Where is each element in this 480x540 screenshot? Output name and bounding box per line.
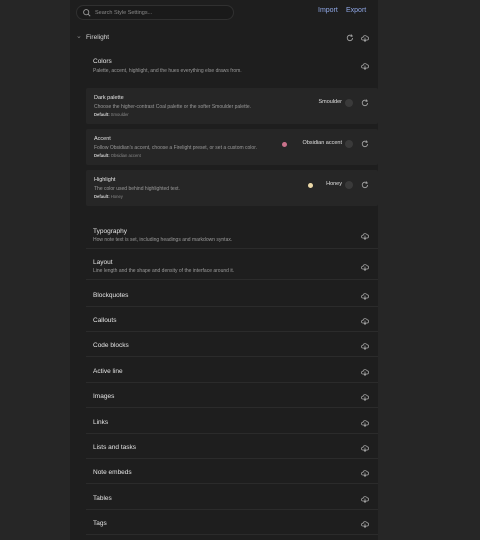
category-title: Layout xyxy=(93,259,113,266)
setting-highlight: Highlight The color used behind highligh… xyxy=(86,170,378,206)
export-icon[interactable] xyxy=(360,291,370,301)
section-header-firelight[interactable]: ⌄ Firelight xyxy=(70,30,378,46)
setting-description: Follow Obsidian's accent, choose a Firel… xyxy=(94,145,257,151)
export-icon[interactable] xyxy=(360,494,370,504)
setting-description: Choose the higher-contrast Coal palette … xyxy=(94,104,252,110)
toolbar: Import Export xyxy=(70,0,378,26)
accent-select[interactable]: Obsidian accent xyxy=(303,140,342,146)
category-title: Tables xyxy=(93,495,112,502)
category-links[interactable]: Links xyxy=(86,411,378,434)
setting-dark-palette: Dark palette Choose the higher-contrast … xyxy=(86,88,378,124)
export-icon[interactable] xyxy=(360,367,370,377)
reset-icon[interactable] xyxy=(345,33,355,43)
category-active-line[interactable]: Active line xyxy=(86,360,378,383)
category-title: Code blocks xyxy=(93,342,129,349)
highlight-swatch[interactable] xyxy=(308,183,313,188)
palette-select[interactable]: Smoulder xyxy=(318,99,342,105)
category-tags[interactable]: Tags xyxy=(86,512,378,535)
setting-default: Default: Obsidian accent xyxy=(94,153,141,158)
reset-icon[interactable] xyxy=(360,98,370,108)
export-icon[interactable] xyxy=(360,262,370,272)
export-icon[interactable] xyxy=(360,61,370,71)
category-note-embeds[interactable]: Note embeds xyxy=(86,461,378,484)
chevron-down-icon[interactable]: ⌄ xyxy=(76,32,82,40)
category-callouts[interactable]: Callouts xyxy=(86,309,378,332)
category-description: How note text is set, including headings… xyxy=(93,237,233,243)
category-title: Blockquotes xyxy=(93,292,129,299)
category-title: Typography xyxy=(93,228,127,235)
export-icon[interactable] xyxy=(360,418,370,428)
search-icon xyxy=(82,8,92,18)
export-icon[interactable] xyxy=(360,316,370,326)
setting-title: Dark palette xyxy=(94,95,124,101)
colors-description: Palette, accent, highlight, and the hues… xyxy=(93,68,242,74)
search-input[interactable] xyxy=(95,6,227,19)
section-title: Firelight xyxy=(86,34,110,41)
category-title: Tags xyxy=(93,520,107,527)
setting-title: Accent xyxy=(94,136,111,142)
export-icon[interactable] xyxy=(360,519,370,529)
category-title: Note embeds xyxy=(93,469,132,476)
gear-icon[interactable] xyxy=(345,99,353,107)
category-code-blocks[interactable]: Code blocks xyxy=(86,334,378,357)
gear-icon[interactable] xyxy=(345,181,353,189)
category-title: Links xyxy=(93,419,109,426)
category-title: Active line xyxy=(93,368,123,375)
category-description: Line length and the shape and density of… xyxy=(93,268,235,274)
highlight-select[interactable]: Honey xyxy=(326,181,342,187)
setting-default: Default: Smoulder xyxy=(94,112,129,117)
setting-default: Default: Honey xyxy=(94,194,123,199)
gear-icon[interactable] xyxy=(345,140,353,148)
reset-icon[interactable] xyxy=(360,139,370,149)
colors-title: Colors xyxy=(93,58,112,65)
category-lists-and-tasks[interactable]: Lists and tasks xyxy=(86,436,378,459)
setting-title: Highlight xyxy=(94,177,116,183)
colors-group-row[interactable]: Colors Palette, accent, highlight, and t… xyxy=(86,52,378,80)
setting-description: The color used behind highlighted text. xyxy=(94,186,180,192)
search-box[interactable] xyxy=(76,5,234,20)
export-icon[interactable] xyxy=(360,443,370,453)
category-layout[interactable]: Layout Line length and the shape and dens… xyxy=(86,253,378,280)
category-tables[interactable]: Tables xyxy=(86,487,378,510)
style-settings-panel: Import Export ⌄ Firelight Colors Palette… xyxy=(70,0,378,540)
import-link[interactable]: Import xyxy=(318,7,338,14)
category-title: Images xyxy=(93,393,115,400)
export-icon[interactable] xyxy=(360,392,370,402)
export-icon[interactable] xyxy=(360,231,370,241)
setting-accent: Accent Follow Obsidian's accent, choose … xyxy=(86,129,378,165)
category-images[interactable]: Images xyxy=(86,385,378,408)
category-blockquotes[interactable]: Blockquotes xyxy=(86,284,378,307)
category-title: Callouts xyxy=(93,317,117,324)
accent-swatch[interactable] xyxy=(282,142,287,147)
reset-icon[interactable] xyxy=(360,180,370,190)
export-icon[interactable] xyxy=(360,33,370,43)
export-icon[interactable] xyxy=(360,468,370,478)
export-icon[interactable] xyxy=(360,341,370,351)
category-typography[interactable]: Typography How note text is set, includin… xyxy=(86,222,378,249)
export-link[interactable]: Export xyxy=(346,7,366,14)
category-title: Lists and tasks xyxy=(93,444,136,451)
